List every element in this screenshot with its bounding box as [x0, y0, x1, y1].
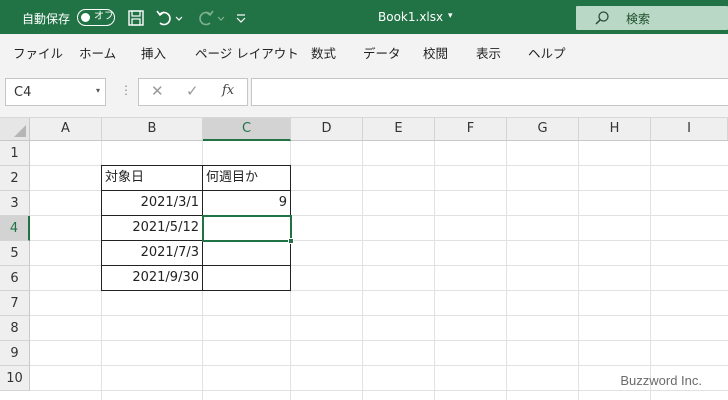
column-header-g[interactable]: G [507, 118, 579, 141]
tab-page-layout[interactable]: ページ レイアウト [195, 43, 299, 62]
insert-function-icon[interactable]: fx [222, 83, 234, 98]
tab-formulas[interactable]: 数式 [311, 43, 336, 62]
cell-b5[interactable]: 2021/7/3 [102, 240, 202, 265]
tab-help[interactable]: ヘルプ [528, 43, 566, 62]
gridline [506, 141, 507, 400]
column-header-b[interactable]: B [102, 118, 203, 141]
search-icon [595, 11, 609, 25]
worksheet-grid[interactable]: A B C D E F G H I 1 2 3 4 5 6 7 8 9 10 対… [0, 118, 728, 400]
enter-icon[interactable]: ✓ [186, 82, 199, 100]
column-header-i[interactable]: I [651, 118, 728, 141]
tab-insert[interactable]: 挿入 [141, 43, 166, 62]
select-all-triangle-icon [14, 125, 26, 137]
row-header-8[interactable]: 8 [0, 316, 30, 341]
row-header-2[interactable]: 2 [0, 166, 30, 191]
column-header-f[interactable]: F [435, 118, 507, 141]
row-header-3[interactable]: 3 [0, 191, 30, 216]
formula-input[interactable] [251, 78, 728, 106]
search-placeholder: 検索 [626, 12, 651, 26]
ribbon-tabs: ファイル ホーム 挿入 ページ レイアウト 数式 データ 校閲 表示 ヘルプ [0, 34, 728, 70]
undo-dropdown-icon[interactable] [174, 8, 184, 28]
select-all-button[interactable] [0, 118, 30, 141]
formula-buttons: ✕ ✓ fx [138, 78, 248, 106]
save-icon[interactable] [126, 8, 146, 28]
column-header-c[interactable]: C [203, 118, 291, 141]
tab-view[interactable]: 表示 [476, 43, 501, 62]
undo-icon[interactable] [154, 8, 174, 28]
cell-b2[interactable]: 対象日 [102, 165, 202, 190]
gridline [578, 141, 579, 400]
gridline [30, 290, 728, 291]
gridline [362, 141, 363, 400]
fill-handle[interactable] [288, 238, 294, 244]
column-header-e[interactable]: E [363, 118, 435, 141]
column-header-h[interactable]: H [579, 118, 651, 141]
cell-c2[interactable]: 何週目か [203, 165, 290, 190]
row-header-9[interactable]: 9 [0, 341, 30, 366]
tab-home[interactable]: ホーム [79, 43, 116, 62]
column-header-a[interactable]: A [30, 118, 102, 141]
gridline [434, 141, 435, 400]
name-box-value: C4 [14, 85, 32, 100]
formula-bar: C4 ▾ ⋮ ✕ ✓ fx [0, 70, 728, 118]
cell-b6[interactable]: 2021/9/30 [102, 265, 202, 290]
gridline [30, 340, 728, 341]
title-bar: 自動保存 オフ Book1.xlsx ▾ 検索 [0, 0, 728, 34]
cell-c3[interactable]: 9 [203, 190, 290, 215]
name-box[interactable]: C4 ▾ [5, 78, 106, 106]
autosave-state: オフ [94, 11, 114, 22]
watermark: Buzzword Inc. [620, 373, 702, 388]
cancel-icon[interactable]: ✕ [151, 82, 164, 100]
gridline [30, 365, 728, 366]
autosave-label: 自動保存 [22, 12, 71, 26]
gridline [30, 390, 728, 391]
search-box[interactable]: 検索 [576, 6, 728, 30]
redo-dropdown-icon [217, 16, 225, 21]
row-header-10[interactable]: 10 [0, 366, 30, 391]
file-title-chevron-icon[interactable]: ▾ [448, 11, 453, 21]
row-header-6[interactable]: 6 [0, 266, 30, 291]
redo-icon [199, 10, 214, 26]
gridline [650, 141, 651, 400]
active-cell-selection[interactable] [202, 215, 292, 242]
autosave-toggle[interactable]: オフ [77, 9, 115, 26]
gridline [290, 141, 291, 400]
tab-review[interactable]: 校閲 [423, 43, 448, 62]
row-header-5[interactable]: 5 [0, 241, 30, 266]
cell-b4[interactable]: 2021/5/12 [102, 215, 202, 240]
tab-data[interactable]: データ [363, 43, 401, 62]
row-header-7[interactable]: 7 [0, 291, 30, 316]
row-header-1[interactable]: 1 [0, 141, 30, 166]
customize-qat-icon[interactable] [234, 8, 248, 28]
tab-file[interactable]: ファイル [13, 43, 63, 62]
toggle-knob [81, 12, 90, 22]
gridline [30, 315, 728, 316]
file-title[interactable]: Book1.xlsx [378, 10, 443, 24]
row-header-4[interactable]: 4 [0, 216, 30, 241]
cell-b3[interactable]: 2021/3/1 [102, 190, 202, 215]
column-header-d[interactable]: D [291, 118, 363, 141]
name-box-chevron-icon[interactable]: ▾ [96, 86, 100, 95]
formula-bar-grip-icon[interactable]: ⋮ [120, 83, 132, 97]
